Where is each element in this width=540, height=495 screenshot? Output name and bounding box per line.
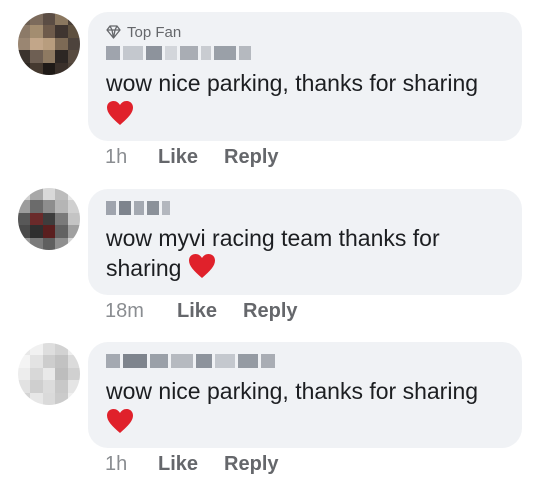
avatar[interactable] [18,188,80,250]
author-name-blurred[interactable] [106,201,504,215]
timestamp[interactable]: 1h [105,453,158,476]
reply-button[interactable]: Reply [243,300,297,323]
comment-bubble: Top Fan wow nice parking, thanks for sha… [88,12,522,141]
reply-button[interactable]: Reply [224,146,278,169]
author-name-blurred[interactable] [106,354,504,368]
top-fan-badge: Top Fan [106,22,504,42]
comment-bubble: wow nice parking, thanks for sharing [88,342,522,448]
heart-emoji-icon [106,100,134,131]
comment-text: wow nice parking, thanks for sharing [106,70,479,96]
comment-actions: 1h Like Reply [105,453,279,476]
avatar[interactable] [18,13,80,75]
like-button[interactable]: Like [158,453,198,476]
timestamp[interactable]: 1h [105,146,158,169]
comment-actions: 1h Like Reply [105,146,279,169]
comment-bubble: wow myvi racing team thanks for sharing [88,189,522,295]
comment-text: wow nice parking, thanks for sharing [106,378,479,404]
heart-emoji-icon [188,253,216,286]
avatar[interactable] [18,343,80,405]
like-button[interactable]: Like [177,300,217,323]
heart-emoji-icon [106,408,134,439]
diamond-icon [106,25,121,39]
comment-actions: 18m Like Reply [105,300,298,323]
author-name-blurred[interactable] [106,46,504,60]
reply-button[interactable]: Reply [224,453,278,476]
like-button[interactable]: Like [158,146,198,169]
comment-text: wow myvi racing team thanks for sharing [106,223,504,286]
timestamp[interactable]: 18m [105,300,177,323]
top-fan-label: Top Fan [127,23,182,41]
